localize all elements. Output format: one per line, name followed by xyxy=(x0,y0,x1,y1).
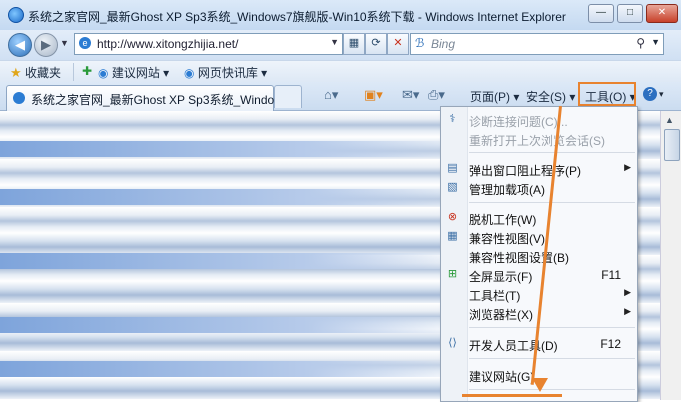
content-band xyxy=(0,253,440,269)
favorites-button[interactable]: ★ 收藏夹 xyxy=(10,64,61,81)
compatibility-view-icon[interactable]: ▦ xyxy=(343,33,365,55)
bing-icon: ℬ xyxy=(415,36,425,50)
web-slice-gallery-link[interactable]: ◉ 网页快讯库 ▾ xyxy=(184,64,267,81)
menu-separator xyxy=(469,327,635,328)
search-box[interactable]: ℬ Bing ⚲ ▼ xyxy=(410,33,664,55)
add-favorite-icon[interactable]: ✚ xyxy=(82,64,92,78)
search-icon[interactable]: ⚲ xyxy=(636,36,645,50)
menu-item-diagnose[interactable]: ⚕ 诊断连接问题(C)... xyxy=(441,110,637,129)
menu-separator xyxy=(469,358,635,359)
menu-separator xyxy=(469,152,635,153)
page-icon: e xyxy=(79,37,91,49)
address-dropdown-icon[interactable]: ▼ xyxy=(330,37,339,47)
navigation-bar: ◀ ▶ ▼ e http://www.xitongzhijia.net/ ▼ ▦… xyxy=(0,30,681,60)
menu-item-fullscreen[interactable]: ⊞ 全屏显示(F) F11 xyxy=(441,265,637,284)
help-icon[interactable]: ? xyxy=(643,87,657,101)
shortcut-f11: F11 xyxy=(601,268,621,282)
web-slice-icon: ◉ xyxy=(184,66,195,80)
close-button[interactable]: ✕ xyxy=(646,4,678,23)
history-dropdown-icon[interactable]: ▼ xyxy=(60,38,69,48)
read-mail-icon[interactable]: ✉▾ xyxy=(402,87,419,103)
address-bar[interactable]: e http://www.xitongzhijia.net/ ▼ xyxy=(74,33,343,55)
forward-button[interactable]: ▶ xyxy=(34,33,58,57)
favorites-bar: ★ 收藏夹 ✚ ◉ 建议网站 ▾ ◉ 网页快讯库 ▾ xyxy=(0,60,681,83)
address-input[interactable]: http://www.xitongzhijia.net/ xyxy=(97,37,238,51)
divider xyxy=(73,63,74,81)
tab-active[interactable]: 系统之家官网_最新Ghost XP Sp3系统_Window... xyxy=(6,85,292,111)
maximize-button[interactable]: □ xyxy=(617,4,643,23)
search-input[interactable]: Bing xyxy=(431,37,455,51)
help-dropdown-icon[interactable]: ▾ xyxy=(659,89,664,100)
content-band xyxy=(0,141,440,157)
print-icon[interactable]: ⎙▾ xyxy=(428,87,445,103)
popup-blocker-icon: ▤ xyxy=(447,162,458,174)
tab-label: 系统之家官网_最新Ghost XP Sp3系统_Window... xyxy=(31,93,293,107)
window-title: 系统之家官网_最新Ghost XP Sp3系统_Windows7旗舰版-Win1… xyxy=(28,10,566,24)
addons-icon: ▧ xyxy=(447,181,458,193)
suggested-sites-icon: ◉ xyxy=(98,66,109,80)
feeds-icon[interactable]: ▣▾ xyxy=(364,87,383,103)
favorites-star-icon: ★ xyxy=(10,65,22,80)
menu-item-developer-tools[interactable]: ⟨⟩ 开发人员工具(D) F12 xyxy=(441,334,637,353)
ie-logo-icon xyxy=(8,7,24,23)
stop-icon[interactable]: ✕ xyxy=(387,33,409,55)
tab-page-icon xyxy=(13,92,25,104)
menu-item-compat-view-settings[interactable]: 兼容性视图设置(B) xyxy=(441,246,637,265)
annotation-arrow-head xyxy=(532,378,548,392)
menu-item-reopen-session[interactable]: 重新打开上次浏览会话(S) xyxy=(441,129,637,148)
refresh-icon[interactable]: ⟳ xyxy=(365,33,387,55)
content-band xyxy=(0,189,440,205)
shortcut-f12: F12 xyxy=(600,337,621,351)
submenu-arrow-icon: ▶ xyxy=(624,162,631,172)
submenu-arrow-icon: ▶ xyxy=(624,306,631,316)
back-button[interactable]: ◀ xyxy=(8,33,32,57)
menu-item-popup-blocker[interactable]: ▤ 弹出窗口阻止程序(P) ▶ xyxy=(441,159,637,178)
fullscreen-icon: ⊞ xyxy=(447,268,458,280)
menu-item-manage-addons[interactable]: ▧ 管理加载项(A) xyxy=(441,178,637,197)
title-bar: 系统之家官网_最新Ghost XP Sp3系统_Windows7旗舰版-Win1… xyxy=(0,0,681,31)
tools-highlight-box xyxy=(578,82,636,106)
suggested-sites-link[interactable]: ◉ 建议网站 ▾ xyxy=(98,64,169,81)
search-dropdown-icon[interactable]: ▼ xyxy=(651,37,660,47)
content-band xyxy=(0,361,440,377)
safety-menu-button[interactable]: 安全(S) ▾ xyxy=(526,88,575,105)
annotation-underline xyxy=(462,394,562,397)
menu-separator xyxy=(469,389,635,390)
home-icon[interactable]: ⌂▾ xyxy=(324,87,338,103)
minimize-button[interactable]: — xyxy=(588,4,614,23)
page-menu-button[interactable]: 页面(P) ▾ xyxy=(470,88,519,105)
scroll-up-icon[interactable]: ▲ xyxy=(665,115,674,125)
tools-menu: ⚕ 诊断连接问题(C)... 重新打开上次浏览会话(S) ▤ 弹出窗口阻止程序(… xyxy=(440,106,638,402)
scroll-thumb[interactable] xyxy=(664,129,680,161)
content-band xyxy=(0,317,440,333)
menu-item-work-offline[interactable]: ⊗ 脱机工作(W) xyxy=(441,208,637,227)
diagnose-icon: ⚕ xyxy=(449,113,456,125)
offline-icon: ⊗ xyxy=(447,211,458,223)
vertical-scrollbar[interactable]: ▲ xyxy=(660,111,681,400)
new-tab-button[interactable] xyxy=(274,85,302,108)
submenu-arrow-icon: ▶ xyxy=(624,287,631,297)
compat-view-icon: ▦ xyxy=(447,230,458,242)
devtools-icon: ⟨⟩ xyxy=(448,337,457,349)
menu-item-compat-view[interactable]: ▦ 兼容性视图(V) xyxy=(441,227,637,246)
